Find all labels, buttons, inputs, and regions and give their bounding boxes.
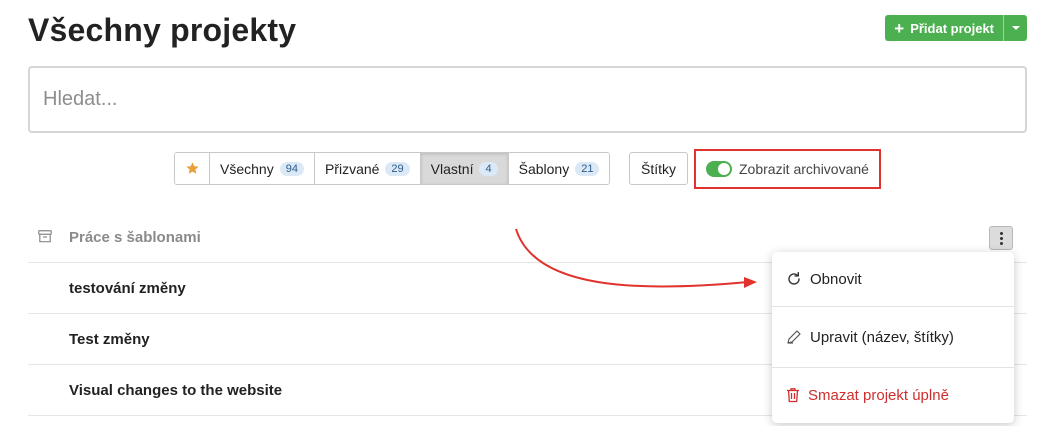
add-project-label: Přidat projekt: [910, 20, 994, 36]
add-project-button-group: + Přidat projekt: [885, 15, 1027, 41]
trash-icon: [787, 388, 799, 403]
filter-tab-label: Přizvané: [324, 160, 380, 177]
plus-icon: +: [894, 18, 905, 38]
project-context-menu: Obnovit Upravit (název, štítky) Smazat p…: [772, 252, 1014, 423]
edit-menu-item[interactable]: Upravit (název, štítky): [786, 307, 1000, 367]
show-archived-toggle[interactable]: Zobrazit archivované: [694, 149, 881, 189]
project-name: Práce s šablonami: [69, 228, 201, 246]
chevron-down-icon: [1011, 26, 1020, 30]
toggle-switch[interactable]: [706, 161, 732, 177]
project-name: testování změny: [69, 279, 186, 297]
refresh-icon: [788, 271, 800, 285]
project-name: Test změny: [69, 330, 150, 348]
add-project-button[interactable]: + Přidat projekt: [885, 15, 1003, 41]
show-archived-label: Zobrazit archivované: [739, 161, 869, 177]
restore-menu-item[interactable]: Obnovit: [786, 252, 1000, 306]
filter-tab-own[interactable]: Vlastní 4: [419, 153, 508, 184]
tags-filter-button[interactable]: Štítky: [629, 152, 689, 185]
add-project-dropdown-toggle[interactable]: [1003, 15, 1027, 41]
filter-favorites[interactable]: [175, 153, 209, 184]
delete-menu-item[interactable]: Smazat projekt úplně: [786, 368, 1000, 422]
filter-count-badge: 4: [479, 161, 498, 176]
project-actions-button[interactable]: [989, 226, 1013, 250]
project-filter-group: Všechny 94 Přizvané 29 Vlastní 4 Šablony…: [174, 152, 611, 185]
filter-tab-all[interactable]: Všechny 94: [209, 153, 314, 184]
delete-label: Smazat projekt úplně: [808, 386, 949, 404]
star-icon: [185, 162, 199, 174]
search-input[interactable]: [28, 66, 1027, 133]
project-name: Visual changes to the website: [69, 381, 283, 399]
filter-count-badge: 94: [279, 161, 304, 176]
filter-tab-label: Všechny: [220, 160, 274, 177]
filter-count-badge: 21: [575, 161, 600, 176]
filter-tab-label: Vlastní: [430, 160, 474, 177]
page-title: Všechny projekty: [28, 12, 297, 48]
filter-count-badge: 29: [385, 161, 410, 176]
filter-tab-templates[interactable]: Šablony 21: [507, 153, 610, 184]
pencil-icon: [787, 330, 801, 344]
edit-label: Upravit (název, štítky): [810, 328, 954, 346]
archive-icon: [38, 230, 52, 243]
filter-tab-label: Šablony: [518, 160, 570, 177]
restore-label: Obnovit: [810, 270, 862, 288]
filter-tab-invited[interactable]: Přizvané 29: [313, 153, 420, 184]
